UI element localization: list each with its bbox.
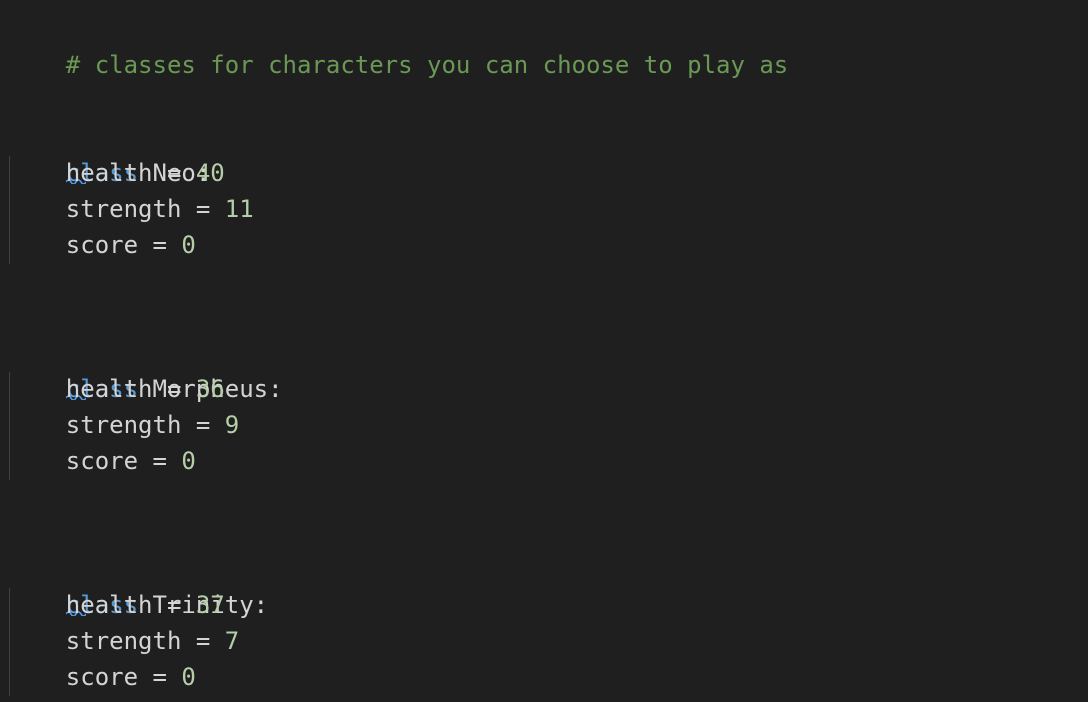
assign-operator: = (195, 195, 211, 223)
attribute-name: strength (65, 627, 182, 655)
assign-operator: = (152, 447, 167, 475)
attribute-value: 36 (195, 375, 225, 403)
attribute-line-strength: strength = 11 (8, 191, 254, 227)
attribute-name: score (65, 447, 139, 475)
assign-operator: = (166, 159, 182, 187)
assign-operator: = (195, 411, 211, 439)
attribute-value: 0 (181, 447, 196, 475)
comment-text: # classes for characters you can choose … (65, 51, 789, 79)
code-editor[interactable]: # classes for characters you can choose … (0, 0, 1088, 702)
assign-operator: = (166, 375, 182, 403)
attribute-value: 37 (195, 591, 225, 619)
attribute-name: health (65, 591, 153, 619)
attribute-value: 7 (224, 627, 240, 655)
attribute-name: strength (65, 195, 182, 223)
attribute-line-health: health = 37 (8, 587, 225, 623)
assign-operator: = (152, 663, 167, 691)
attribute-line-health: health = 40 (8, 155, 225, 191)
attribute-line-score: score = 0 (8, 227, 196, 263)
attribute-value: 9 (224, 411, 240, 439)
attribute-name: health (65, 375, 153, 403)
attribute-line-strength: strength = 9 (8, 407, 239, 443)
class-declaration-neo: class Neo: (8, 119, 210, 187)
class-declaration-morpheus: class Morpheus: (8, 335, 283, 403)
attribute-value: 0 (181, 231, 196, 259)
attribute-line-health: health = 36 (8, 371, 225, 407)
attribute-name: score (65, 231, 139, 259)
assign-operator: = (166, 591, 182, 619)
class-declaration-trinity: class Trinity: (8, 551, 268, 619)
attribute-name: strength (65, 411, 182, 439)
attribute-line-score: score = 0 (8, 443, 196, 479)
attribute-name: score (65, 663, 139, 691)
attribute-name: health (65, 159, 153, 187)
assign-operator: = (195, 627, 211, 655)
attribute-value: 0 (181, 663, 196, 691)
attribute-value: 40 (195, 159, 225, 187)
attribute-value: 11 (224, 195, 254, 223)
assign-operator: = (152, 231, 167, 259)
attribute-line-strength: strength = 7 (8, 623, 239, 659)
attribute-line-score: score = 0 (8, 659, 196, 695)
comment-line: # classes for characters you can choose … (8, 11, 788, 79)
